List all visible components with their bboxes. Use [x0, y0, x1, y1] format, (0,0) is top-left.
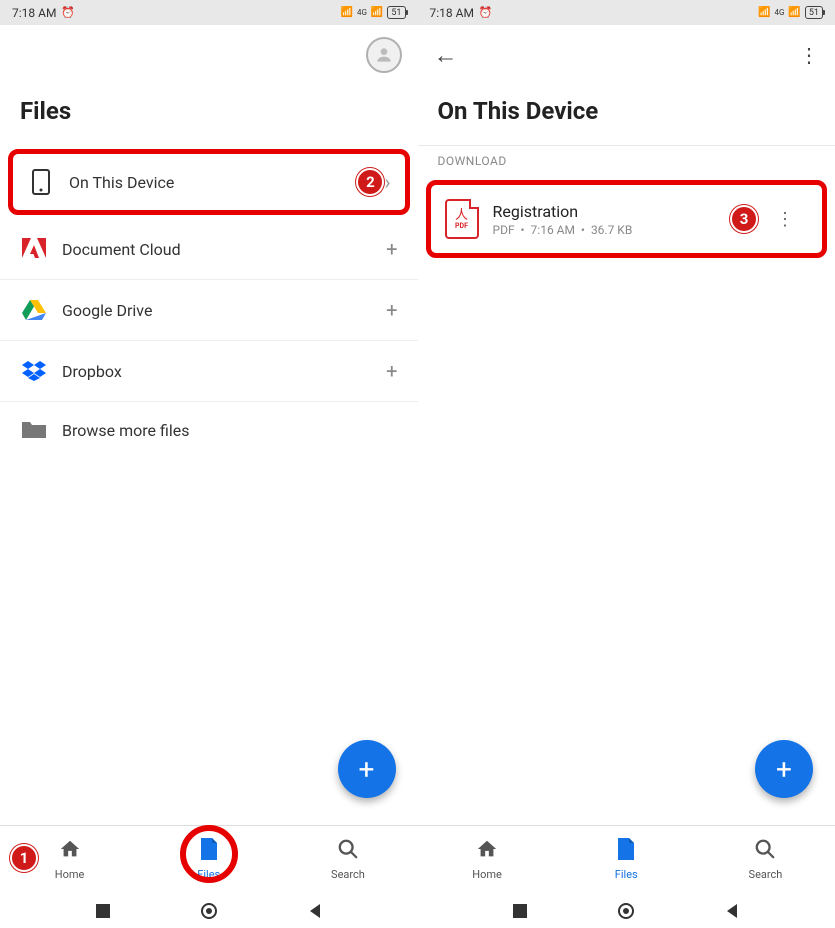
- fab-add-button[interactable]: +: [338, 740, 396, 798]
- adobe-icon: [20, 238, 48, 260]
- search-icon: [337, 838, 359, 866]
- page-title: Files: [0, 85, 418, 145]
- status-right: 📶 4G 📶 51: [758, 6, 823, 19]
- location-label: Google Drive: [62, 301, 386, 320]
- nav-label: Home: [472, 868, 502, 881]
- right-screen: 7:18 AM ⏰ 📶 4G 📶 51 ← ⋮ On This Device D…: [418, 0, 835, 928]
- network-icon: 4G: [357, 8, 367, 17]
- system-nav: [418, 893, 835, 928]
- network-icon: 4G: [774, 8, 784, 17]
- left-screen: 7:18 AM ⏰ 📶 4G 📶 51 Files On Th: [0, 0, 418, 928]
- nav-label: Search: [331, 868, 365, 881]
- plus-icon[interactable]: +: [386, 359, 397, 383]
- plus-icon[interactable]: +: [386, 298, 397, 322]
- recent-apps-button[interactable]: [511, 902, 529, 920]
- page-title: On This Device: [418, 85, 835, 145]
- home-icon: [476, 838, 498, 866]
- bottom-nav: Home Files Search: [418, 825, 835, 893]
- chevron-right-icon: ›: [384, 170, 390, 194]
- pdf-file-icon: 人 PDF: [445, 199, 479, 239]
- nav-label: Home: [55, 868, 85, 881]
- back-button[interactable]: [306, 902, 324, 920]
- back-button[interactable]: [723, 902, 741, 920]
- annotation-badge-1: 1: [10, 844, 38, 872]
- search-icon: [754, 838, 776, 866]
- nav-files[interactable]: Files: [557, 826, 696, 893]
- status-time: 7:18 AM: [12, 6, 56, 20]
- signal-icon-2: 📶: [788, 7, 800, 18]
- annotation-badge-2: 2: [356, 168, 384, 196]
- signal-icon-2: 📶: [371, 7, 383, 18]
- section-label: DOWNLOAD: [418, 145, 835, 174]
- bottom-nav: Home 1 Files Search: [0, 825, 418, 893]
- back-arrow-icon[interactable]: ←: [434, 41, 458, 70]
- dropbox-icon: [20, 361, 48, 381]
- home-button[interactable]: [200, 902, 218, 920]
- avatar-button[interactable]: [366, 37, 402, 73]
- location-dropbox[interactable]: Dropbox +: [0, 341, 418, 402]
- file-more-icon[interactable]: ⋮: [776, 209, 794, 230]
- nav-search[interactable]: Search: [278, 826, 417, 893]
- location-browse-more[interactable]: Browse more files: [0, 402, 418, 458]
- status-right: 📶 4G 📶 51: [341, 6, 406, 19]
- battery-icon: 51: [805, 6, 823, 19]
- location-document-cloud[interactable]: Document Cloud +: [0, 219, 418, 280]
- annotation-badge-3: 3: [730, 205, 758, 233]
- nav-home[interactable]: Home 1: [0, 826, 139, 893]
- folder-icon: [20, 420, 48, 440]
- system-nav: [0, 893, 418, 928]
- location-label: Browse more files: [62, 421, 398, 440]
- alarm-icon: ⏰: [479, 6, 493, 19]
- header: ← ⋮: [418, 25, 835, 85]
- user-icon: [374, 45, 394, 65]
- nav-label: Search: [749, 868, 783, 881]
- annotation-circle: [180, 825, 238, 883]
- home-icon: [59, 838, 81, 866]
- gdrive-icon: [20, 300, 48, 320]
- battery-icon: 51: [387, 6, 405, 19]
- nav-search[interactable]: Search: [696, 826, 835, 893]
- location-google-drive[interactable]: Google Drive +: [0, 280, 418, 341]
- nav-home[interactable]: Home: [418, 826, 557, 893]
- file-meta: PDF • 7:16 AM • 36.7 KB: [493, 223, 731, 237]
- location-label: On This Device: [69, 173, 344, 192]
- status-time: 7:18 AM: [430, 6, 474, 20]
- location-on-this-device[interactable]: On This Device 2 ›: [8, 149, 410, 215]
- location-label: Dropbox: [62, 362, 386, 381]
- signal-icon: 📶: [758, 7, 770, 18]
- signal-icon: 📶: [341, 7, 353, 18]
- plus-icon[interactable]: +: [386, 237, 397, 261]
- fab-add-button[interactable]: +: [755, 740, 813, 798]
- home-button[interactable]: [617, 902, 635, 920]
- file-name: Registration: [493, 202, 731, 221]
- file-item-registration[interactable]: 人 PDF Registration PDF • 7:16 AM • 36.7 …: [426, 180, 828, 258]
- recent-apps-button[interactable]: [94, 902, 112, 920]
- status-bar: 7:18 AM ⏰ 📶 4G 📶 51: [0, 0, 418, 25]
- nav-label: Files: [615, 868, 638, 881]
- locations-list: On This Device 2 › Document Cloud + Goog…: [0, 145, 418, 458]
- more-options-icon[interactable]: ⋮: [799, 43, 819, 67]
- location-label: Document Cloud: [62, 240, 386, 259]
- nav-files[interactable]: Files: [139, 826, 278, 893]
- header: [0, 25, 418, 85]
- phone-icon: [27, 169, 55, 195]
- alarm-icon: ⏰: [61, 6, 75, 19]
- file-icon: [616, 838, 636, 866]
- status-bar: 7:18 AM ⏰ 📶 4G 📶 51: [418, 0, 835, 25]
